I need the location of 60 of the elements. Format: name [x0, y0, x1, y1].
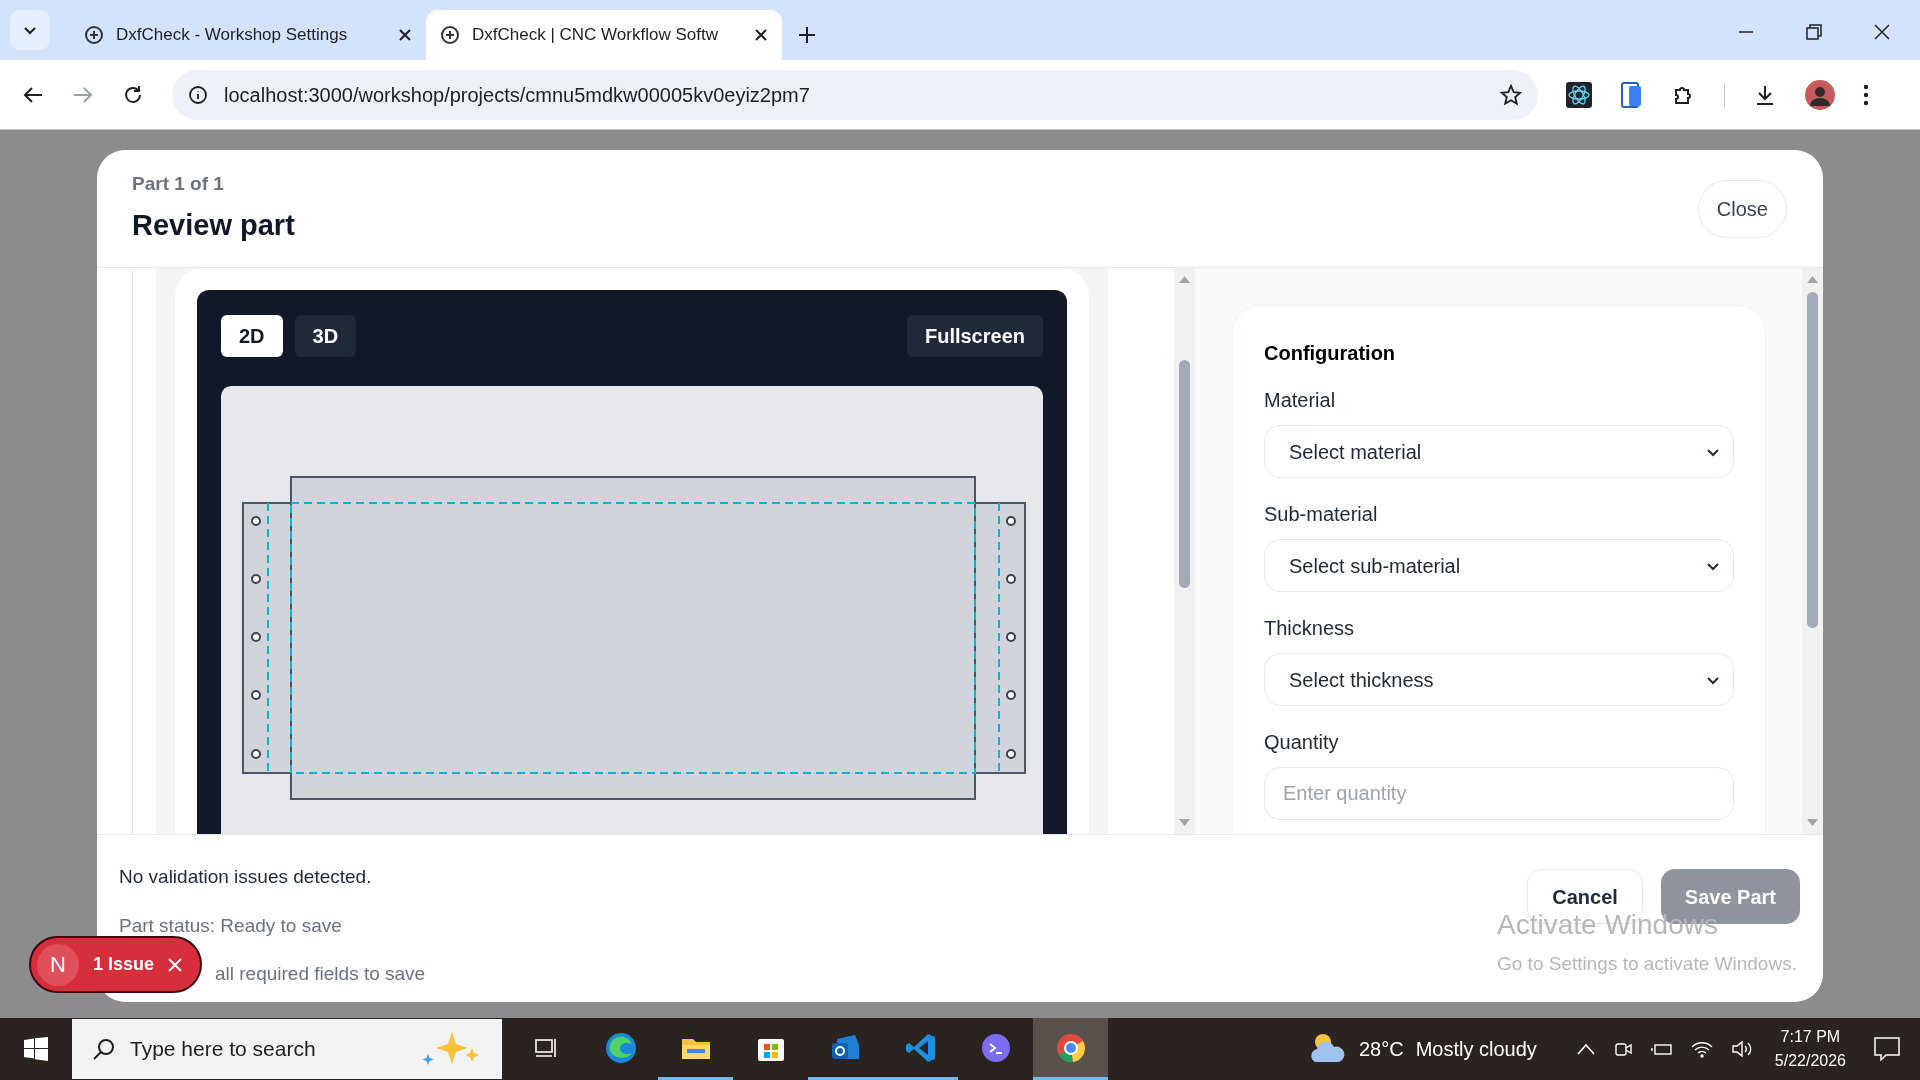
close-icon[interactable]	[398, 28, 412, 42]
clock-time: 7:17 PM	[1780, 1027, 1841, 1047]
tab-favicon-icon	[440, 25, 460, 45]
scrollbar-thumb[interactable]	[1179, 360, 1190, 588]
status-message: all required fields to save	[215, 962, 426, 986]
field-label: Sub-material	[1264, 502, 1379, 527]
windows-start-icon[interactable]	[24, 1037, 48, 1061]
reload-icon[interactable]	[122, 83, 144, 106]
activation-message: Go to Settings to activate Windows.	[1497, 952, 1797, 976]
dropdown-select[interactable]: Select material	[1264, 425, 1734, 478]
clock-date: 5/22/2026	[1774, 1051, 1846, 1071]
avatar-icon[interactable]	[1805, 79, 1835, 110]
issue-count: 1 Issue	[93, 953, 155, 976]
field-label: Material	[1264, 388, 1337, 413]
restore-icon[interactable]	[1806, 24, 1822, 40]
logo-letter: N	[37, 943, 79, 986]
status-message: No validation issues detected.	[119, 865, 372, 889]
issues-badge[interactable]: N 1 Issue	[29, 936, 203, 993]
view-mode-tab[interactable]: 2D	[221, 315, 283, 357]
browser-tab[interactable]: DxfCheck - Workshop Settings	[70, 10, 426, 60]
close-icon[interactable]	[754, 28, 768, 42]
tab-title: DxfCheck | CNC Workflow Softw	[472, 24, 719, 47]
part-counter: Part 1 of 1	[132, 171, 225, 196]
field-label: Thickness	[1264, 616, 1356, 641]
scrollbar-thumb[interactable]	[1807, 292, 1818, 628]
dialog-title: Review part	[132, 208, 295, 243]
browser-icon	[603, 1030, 638, 1065]
field-label: Quantity	[1264, 730, 1340, 755]
address-bar[interactable]: localhost:3000/workshop/projects/cmnu5mdkw00005kv0eyiz2pm7	[172, 69, 1538, 120]
fullscreen-button[interactable]: Fullscreen	[906, 315, 1043, 357]
scrollbar[interactable]	[1174, 268, 1195, 834]
phone-extension-icon[interactable]	[1620, 81, 1644, 108]
scrollbar[interactable]	[1802, 268, 1823, 834]
view-mode-tab[interactable]: 3D	[294, 315, 357, 357]
close-button[interactable]: Close	[1697, 179, 1787, 238]
tab-favicon-icon	[84, 25, 104, 45]
wifi-icon[interactable]	[1690, 1040, 1713, 1058]
weather-text: Mostly cloudy	[1415, 1037, 1537, 1062]
tab-title: DxfCheck - Workshop Settings	[116, 24, 349, 47]
menu-icon[interactable]	[1863, 83, 1869, 106]
notification-icon[interactable]	[1874, 1037, 1900, 1061]
chevron-up-icon[interactable]	[1576, 1043, 1595, 1055]
status-message: Part status: Ready to save	[119, 913, 342, 938]
dropdown-select[interactable]: Select thickness	[1264, 653, 1734, 706]
info-icon[interactable]	[188, 84, 208, 105]
new-tab-icon[interactable]	[798, 26, 816, 44]
search-placeholder: Type here to search	[130, 1036, 317, 1063]
search-icon	[92, 1037, 116, 1061]
quantity-field[interactable]: Enter quantity	[1264, 767, 1734, 820]
url-text: localhost:3000/workshop/projects/cmnu5mdkw00005kv0eyiz2pm7	[224, 82, 811, 108]
taskbar-search-field[interactable]: Type here to search	[72, 1019, 502, 1079]
clock[interactable]: 7:17 PM 5/22/2026	[1774, 1025, 1846, 1073]
temperature: 28°C	[1358, 1037, 1404, 1062]
star-icon[interactable]	[1500, 83, 1522, 106]
atom-extension-icon[interactable]	[1566, 81, 1592, 108]
dropdown-select[interactable]: Select sub-material	[1264, 539, 1734, 592]
section-title: Configuration	[1264, 341, 1397, 366]
browser-tab[interactable]: DxfCheck | CNC Workflow Softw	[426, 10, 782, 60]
close-icon[interactable]	[1874, 24, 1890, 40]
speaker-icon[interactable]	[1730, 1040, 1753, 1058]
